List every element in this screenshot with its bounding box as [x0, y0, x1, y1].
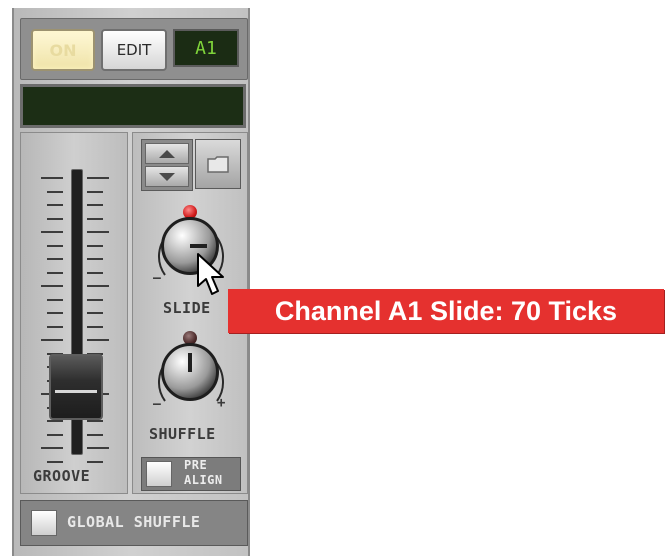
fader-tick	[47, 217, 63, 220]
slide-min-mark: –	[153, 271, 162, 286]
fader-tick	[87, 217, 103, 220]
fader-tick	[47, 420, 63, 422]
fader-tick	[87, 433, 103, 436]
shuffle-min-mark: –	[153, 397, 162, 412]
fader-tick	[87, 298, 103, 301]
fader-tick	[47, 460, 63, 463]
on-button[interactable]: ON	[31, 29, 95, 71]
shuffle-label: SHUFFLE	[149, 425, 216, 443]
fader-tick	[47, 204, 63, 206]
pre-align-label-line1: PRE	[184, 458, 208, 472]
value-tooltip: Channel A1 Slide: 70 Ticks	[228, 289, 664, 333]
down-arrow-icon	[159, 172, 175, 181]
folder-icon	[207, 156, 229, 173]
fader-tick	[41, 447, 63, 449]
global-shuffle-label: GLOBAL SHUFFLE	[67, 513, 201, 531]
fader-tick	[47, 258, 63, 260]
fader-tick	[47, 312, 63, 314]
fader-tick	[87, 231, 109, 233]
patch-nav-buttons	[141, 139, 193, 191]
slide-label: SLIDE	[163, 299, 211, 317]
fader-tick	[87, 244, 103, 247]
fader-tick	[47, 433, 63, 436]
channel-display: A1	[173, 29, 239, 67]
fader-tick	[41, 339, 63, 341]
fader-tick	[47, 325, 63, 328]
fader-tick	[87, 204, 103, 206]
fader-tick	[41, 231, 63, 233]
fader-tick	[87, 339, 109, 341]
patch-up-button[interactable]	[145, 143, 189, 164]
up-arrow-icon	[159, 149, 175, 158]
fader-tick	[87, 271, 103, 274]
global-shuffle-checkbox[interactable]	[31, 510, 57, 536]
pre-align-checkbox[interactable]	[146, 461, 172, 487]
fader-tick	[87, 258, 103, 260]
browse-patch-button[interactable]	[195, 139, 241, 189]
fader-tick	[87, 325, 103, 328]
shuffle-knob-group: – +	[151, 331, 231, 412]
mouse-pointer-icon	[197, 253, 224, 295]
shuffle-max-mark: +	[217, 395, 226, 411]
edit-button[interactable]: EDIT	[101, 29, 167, 71]
fader-tick	[41, 285, 63, 287]
fader-tick	[47, 271, 63, 274]
fader-tick	[87, 285, 109, 287]
top-controls: ON EDIT A1	[20, 18, 248, 80]
pre-align-section: PRE ALIGN	[141, 457, 241, 491]
patch-down-button[interactable]	[145, 166, 189, 187]
fader-tick	[47, 298, 63, 301]
patch-name-display	[20, 84, 246, 128]
fader-tick	[87, 312, 103, 314]
groove-section: GROOVE	[20, 132, 128, 494]
groove-label: GROOVE	[33, 467, 91, 485]
global-shuffle-section: GLOBAL SHUFFLE	[20, 500, 248, 546]
groove-fader-handle[interactable]	[49, 354, 103, 421]
fader-tick	[87, 190, 103, 193]
fader-tick	[47, 244, 63, 247]
fader-tick	[41, 177, 63, 179]
pre-align-label-line2: ALIGN	[184, 473, 223, 487]
fader-tick	[87, 460, 103, 463]
fader-handle-line	[55, 390, 97, 394]
fader-tick	[87, 447, 109, 449]
fader-tick	[87, 177, 109, 179]
fader-tick	[87, 420, 103, 422]
fader-tick	[47, 190, 63, 193]
